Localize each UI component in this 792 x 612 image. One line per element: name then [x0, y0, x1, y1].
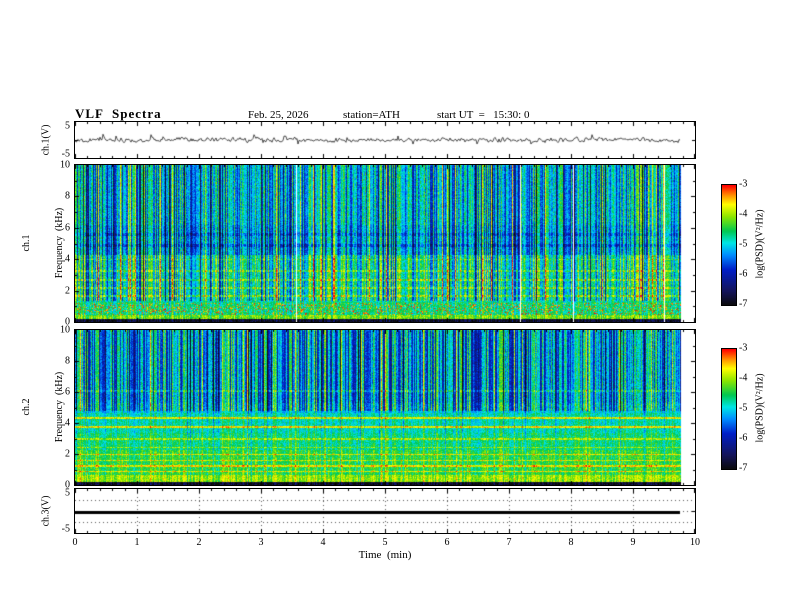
colorbar-tick-label: -5: [739, 238, 748, 250]
freq-tick-label: 6: [65, 386, 70, 398]
x-tick-label: 3: [258, 537, 264, 548]
x-tick-label: 6: [444, 537, 450, 548]
colorbar-tick-label: -3: [739, 342, 748, 354]
ch1-spectrogram-canvas: [75, 165, 695, 322]
station-label: station=ATH: [343, 109, 400, 121]
ch1-frequency-axis-label-line2: Frequency (kHz): [54, 207, 65, 279]
colorbar-tick-label: -3: [739, 178, 748, 190]
volt-tick-label: -5: [61, 148, 70, 160]
x-tick-label: 10: [690, 537, 700, 548]
ch2-frequency-axis-label-line1: ch.2: [21, 398, 32, 416]
x-tick-label: 7: [506, 537, 512, 548]
ch3-waveform-panel: [74, 488, 696, 534]
colorbar-ch1-canvas: [722, 185, 736, 305]
x-tick-label: 4: [320, 537, 326, 548]
ch1-voltage-axis-label: ch.1(V): [40, 124, 52, 156]
colorbar-ch2-label: log(PSD)(V²/Hz): [754, 373, 766, 443]
freq-tick-label: 10: [60, 324, 70, 336]
colorbar-tick-label: -6: [739, 432, 748, 444]
freq-tick-label: 2: [65, 285, 70, 297]
x-tick-label: 9: [630, 537, 636, 548]
freq-tick-label: 10: [60, 159, 70, 171]
colorbar-ch2-canvas: [722, 349, 736, 469]
colorbar-tick-label: -4: [739, 208, 748, 220]
ch2-spectrogram-canvas: [75, 330, 695, 485]
ch1-waveform-canvas: [75, 122, 695, 158]
ch1-waveform-panel: [74, 121, 696, 159]
date-label: Feb. 25, 2026: [248, 109, 309, 121]
freq-tick-label: 4: [65, 417, 70, 429]
vlf-spectra-figure: VLF Spectra Feb. 25, 2026 station=ATH st…: [0, 0, 792, 612]
colorbar-ch2: [721, 348, 737, 470]
x-tick-label: 2: [196, 537, 202, 548]
freq-tick-label: 8: [65, 190, 70, 202]
colorbar-tick-label: -7: [739, 298, 748, 310]
freq-tick-label: 6: [65, 222, 70, 234]
freq-tick-label: 2: [65, 448, 70, 460]
colorbar-ch1-label: log(PSD)(V²/Hz): [754, 209, 766, 279]
ch1-spectrogram-panel: [74, 164, 696, 323]
volt-tick-label: 5: [65, 487, 70, 499]
ch3-waveform-canvas: [75, 489, 695, 533]
x-tick-label: 8: [568, 537, 574, 548]
ch2-spectrogram-panel: [74, 329, 696, 486]
freq-tick-label: 8: [65, 355, 70, 367]
x-tick-label: 1: [134, 537, 140, 548]
figure-title: VLF Spectra: [75, 106, 162, 121]
volt-tick-label: 5: [65, 120, 70, 132]
x-tick-label: 5: [382, 537, 388, 548]
ch1-frequency-axis-label-line1: ch.1: [21, 234, 32, 252]
ch3-voltage-axis-label: ch.3(V): [40, 495, 52, 527]
colorbar-tick-label: -4: [739, 372, 748, 384]
colorbar-ch1: [721, 184, 737, 306]
freq-tick-label: 4: [65, 253, 70, 265]
volt-tick-label: -5: [61, 523, 70, 535]
x-axis-label: Time (min): [358, 549, 412, 561]
colorbar-tick-label: -6: [739, 268, 748, 280]
start-ut-label: start UT = 15:30: 0: [437, 109, 530, 121]
ch2-frequency-axis-label-line2: Frequency (kHz): [54, 371, 65, 443]
colorbar-tick-label: -7: [739, 462, 748, 474]
colorbar-tick-label: -5: [739, 402, 748, 414]
x-tick-label: 0: [72, 537, 78, 548]
